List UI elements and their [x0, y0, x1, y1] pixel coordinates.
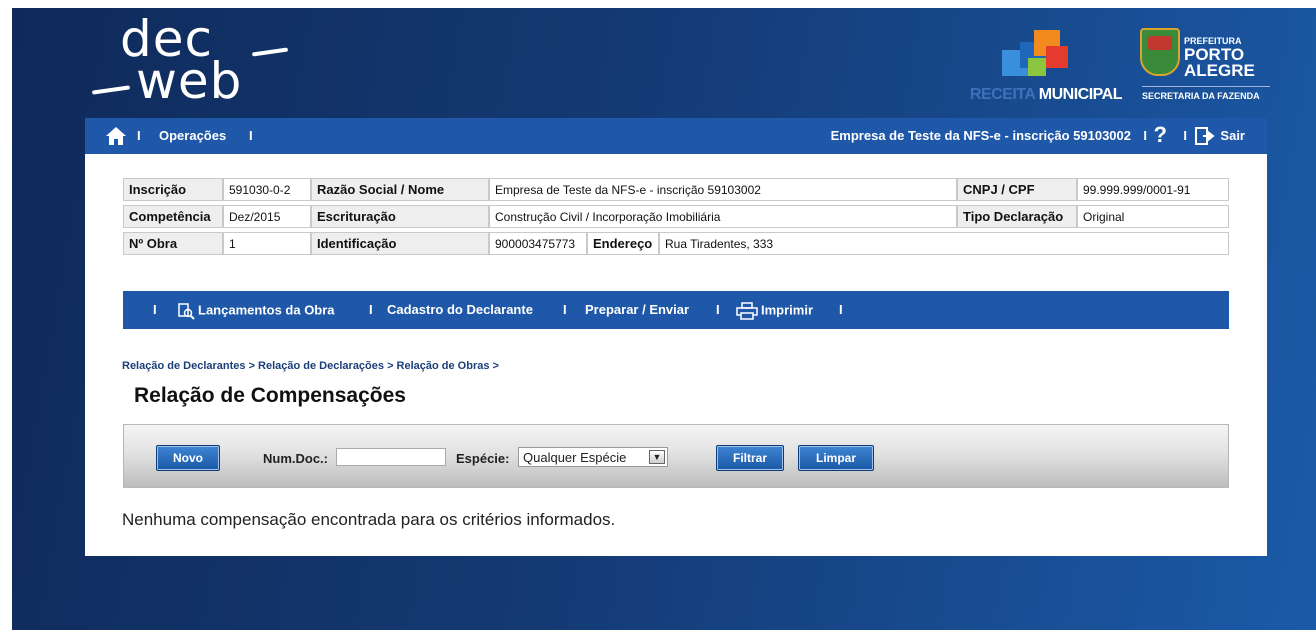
nav-separator: I [716, 302, 720, 317]
breadcrumb[interactable]: Relação de Declarantes > Relação de Decl… [122, 360, 499, 372]
obra-value: 1 [223, 232, 311, 255]
sair-link[interactable]: Sair [1220, 128, 1245, 143]
identificacao-value: 900003475773 [489, 232, 587, 255]
nav-separator: I [137, 128, 141, 143]
printer-icon [736, 302, 758, 320]
info-row: Competência Dez/2015 Escrituração Constr… [123, 205, 1229, 228]
cnpj-value: 99.999.999/0001-91 [1077, 178, 1229, 201]
secretaria-label: SECRETARIA DA FAZENDA [1142, 86, 1270, 101]
page-title: Relação de Compensações [134, 384, 406, 407]
receita-word: RECEITA [969, 86, 1035, 103]
endereco-label: Endereço [587, 232, 659, 255]
preparar-enviar-link[interactable]: Preparar / Enviar [585, 302, 689, 317]
lancamentos-obra-link[interactable]: Lançamentos da Obra [177, 302, 335, 320]
nav-separator: I [839, 302, 843, 317]
lancamentos-obra-label: Lançamentos da Obra [198, 302, 335, 318]
tipo-declaracao-label: Tipo Declaração [957, 205, 1077, 228]
numdoc-label: Num.Doc.: [263, 451, 328, 466]
cnpj-label: CNPJ / CPF [957, 178, 1077, 201]
info-row: Inscrição 591030-0-2 Razão Social / Nome… [123, 178, 1229, 201]
empty-results-message: Nenhuma compensação encontrada para os c… [122, 510, 616, 529]
nav-separator: I [249, 128, 253, 143]
logout-icon[interactable] [1195, 126, 1215, 146]
prefeitura-porto-alegre-logo: PREFEITURA PORTO ALEGRE SECRETARIA DA FA… [1136, 22, 1276, 112]
imprimir-label: Imprimir [761, 302, 814, 318]
filter-bar: Novo Num.Doc.: Espécie: Qualquer Espécie… [123, 424, 1229, 488]
alegre-label: ALEGRE [1184, 61, 1255, 80]
competencia-value: Dez/2015 [223, 205, 311, 228]
imprimir-link[interactable]: Imprimir [736, 302, 813, 320]
page-background: dec web RECEITA MUNICIPAL PREFEITURA POR… [12, 8, 1316, 630]
endereco-value: Rua Tiradentes, 333 [659, 232, 1229, 255]
logo-dash [91, 85, 131, 95]
coat-of-arms-icon [1140, 28, 1180, 76]
declaration-info-table: Inscrição 591030-0-2 Razão Social / Nome… [123, 174, 1229, 259]
municipal-word: MUNICIPAL [1038, 86, 1123, 103]
home-icon[interactable] [105, 125, 127, 147]
nav-separator: I [369, 302, 373, 317]
dropdown-arrow-icon[interactable]: ▼ [649, 450, 665, 464]
nav-separator: I [153, 302, 157, 317]
filtrar-button[interactable]: Filtrar [716, 445, 784, 471]
help-icon[interactable]: ? [1154, 122, 1167, 148]
escrituracao-label: Escrituração [311, 205, 489, 228]
competencia-label: Competência [123, 205, 223, 228]
logo-dash [251, 47, 289, 57]
limpar-button[interactable]: Limpar [798, 445, 874, 471]
nav-separator: I [1183, 128, 1187, 143]
novo-button[interactable]: Novo [156, 445, 220, 471]
obra-navigation-bar: I Lançamentos da Obra I Cadastro do Decl… [123, 291, 1229, 329]
receita-municipal-logo: RECEITA MUNICIPAL [952, 24, 1123, 104]
obra-label: Nº Obra [123, 232, 223, 255]
main-content-panel: Inscrição 591030-0-2 Razão Social / Nome… [85, 154, 1267, 556]
inscricao-label: Inscrição [123, 178, 223, 201]
razao-social-value: Empresa de Teste da NFS-e - inscrição 59… [489, 178, 957, 201]
escrituracao-value: Construção Civil / Incorporação Imobiliá… [489, 205, 957, 228]
nav-separator: I [1143, 128, 1147, 143]
numdoc-input[interactable] [336, 448, 446, 466]
nav-separator: I [563, 302, 567, 317]
tipo-declaracao-value: Original [1077, 205, 1229, 228]
identificacao-label: Identificação [311, 232, 489, 255]
razao-social-label: Razão Social / Nome [311, 178, 489, 201]
decweb-logo: dec web [91, 14, 292, 114]
operacoes-menu[interactable]: Operações [159, 128, 226, 143]
logo-text-web: web [136, 52, 243, 110]
especie-selected-value: Qualquer Espécie [523, 450, 627, 465]
especie-select[interactable]: Qualquer Espécie ▼ [518, 447, 668, 467]
inscricao-value: 591030-0-2 [223, 178, 311, 201]
magnifier-document-icon [178, 303, 195, 320]
especie-label: Espécie: [456, 451, 510, 466]
cadastro-declarante-link[interactable]: Cadastro do Declarante [387, 302, 533, 317]
top-navigation-bar: I Operações I Empresa de Teste da NFS-e … [85, 118, 1267, 154]
empresa-label: Empresa de Teste da NFS-e - inscrição 59… [830, 128, 1131, 143]
info-row: Nº Obra 1 Identificação 900003475773 End… [123, 232, 1229, 255]
